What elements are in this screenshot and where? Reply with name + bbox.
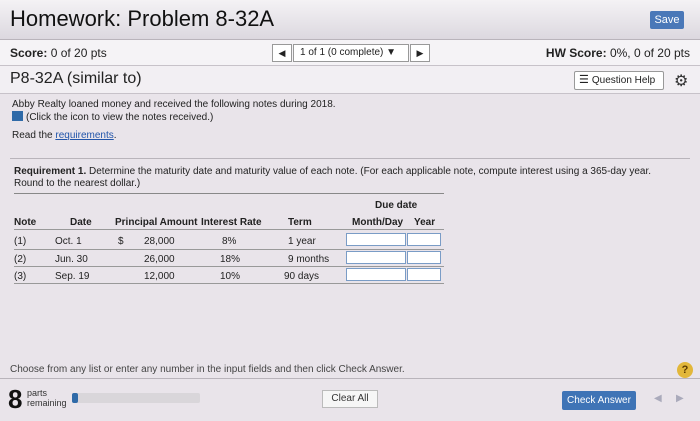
parts-progress-bar bbox=[72, 393, 200, 403]
row-rule bbox=[14, 249, 444, 250]
gear-icon[interactable]: ⚙ bbox=[674, 71, 688, 91]
hw-score: HW Score: 0%, 0 of 20 pts bbox=[546, 46, 690, 60]
table-icon[interactable] bbox=[12, 111, 23, 121]
requirement-text: Requirement 1. Determine the maturity da… bbox=[14, 166, 674, 190]
instructions: Choose from any list or enter any number… bbox=[10, 364, 405, 375]
col-rate: Interest Rate bbox=[201, 217, 262, 228]
problem-bar: P8-32A (similar to) ☰ Question Help ⚙ bbox=[0, 66, 700, 94]
header-rule bbox=[14, 229, 444, 230]
check-answer-button[interactable]: Check Answer bbox=[562, 391, 636, 410]
parts-progress-fill bbox=[72, 393, 79, 403]
notes-link-text: (Click the icon to view the notes receiv… bbox=[26, 112, 214, 123]
footer-divider bbox=[0, 378, 700, 379]
requirement-label: Requirement 1. bbox=[14, 166, 87, 177]
row3-rate: 10% bbox=[220, 271, 241, 282]
title-bar: Homework: Problem 8-32A Save bbox=[0, 0, 700, 40]
row1-date: Oct. 1 bbox=[55, 236, 82, 247]
row2-date: Jun. 30 bbox=[55, 254, 88, 265]
col-note: Note bbox=[14, 217, 37, 228]
page-title: Homework: Problem 8-32A bbox=[10, 6, 275, 31]
parts-label-line1: parts bbox=[27, 388, 48, 398]
score-bar: Score: 0 of 20 pts ◀ 1 of 1 (0 complete)… bbox=[0, 40, 700, 66]
row3-monthday-input[interactable] bbox=[346, 268, 406, 281]
row1-monthday-input[interactable] bbox=[346, 233, 406, 246]
question-help-button[interactable]: ☰ Question Help bbox=[574, 71, 664, 90]
row2-principal: 26,000 bbox=[144, 254, 175, 265]
row1-principal: 28,000 bbox=[144, 236, 175, 247]
next-part-button[interactable]: ▶ bbox=[676, 393, 684, 404]
row3-date: Sep. 19 bbox=[55, 271, 90, 282]
table-top-rule bbox=[14, 193, 444, 194]
col-term: Term bbox=[288, 217, 312, 228]
save-button[interactable]: Save bbox=[650, 11, 684, 29]
divider bbox=[10, 158, 690, 159]
list-icon: ☰ bbox=[579, 74, 589, 86]
parts-remaining-count: 8 bbox=[8, 384, 23, 414]
hw-score-value: 0%, 0 of 20 pts bbox=[609, 46, 690, 60]
row1-dollar: $ bbox=[118, 236, 124, 247]
prev-question-button[interactable]: ◀ bbox=[272, 44, 292, 62]
row1-rate: 8% bbox=[222, 236, 237, 247]
row2-rate: 18% bbox=[220, 254, 241, 265]
score: Score: 0 of 20 pts bbox=[10, 46, 107, 60]
col-year: Year bbox=[414, 217, 436, 228]
help-icon[interactable]: ? bbox=[677, 362, 693, 378]
hw-score-label: HW Score: bbox=[545, 46, 607, 60]
row3-term: 90 days bbox=[284, 271, 320, 282]
row3-year-input[interactable] bbox=[407, 268, 441, 281]
row1-term: 1 year bbox=[288, 236, 316, 247]
problem-content: Abby Realty loaned money and received th… bbox=[12, 98, 692, 142]
row2-note: (2) bbox=[14, 254, 27, 265]
row2-term: 9 months bbox=[288, 254, 330, 265]
due-date-header: Due date bbox=[375, 200, 418, 211]
clear-all-button[interactable]: Clear All bbox=[322, 390, 378, 408]
question-select-value: 1 of 1 (0 complete) bbox=[300, 47, 384, 58]
notes-link-row[interactable]: (Click the icon to view the notes receiv… bbox=[12, 111, 692, 124]
table-bottom-rule bbox=[14, 283, 444, 284]
requirement-body: Determine the maturity date and maturity… bbox=[14, 166, 652, 189]
question-select[interactable]: 1 of 1 (0 complete) ▼ bbox=[293, 44, 409, 62]
row3-principal: 12,000 bbox=[144, 271, 175, 282]
row-rule bbox=[14, 266, 444, 267]
col-monthday: Month/Day bbox=[352, 217, 404, 228]
col-date: Date bbox=[70, 217, 92, 228]
row1-year-input[interactable] bbox=[407, 233, 441, 246]
intro-text: Abby Realty loaned money and received th… bbox=[12, 99, 336, 110]
chevron-down-icon: ▼ bbox=[386, 47, 397, 58]
read-prefix: Read the bbox=[12, 130, 56, 141]
requirements-link[interactable]: requirements bbox=[55, 130, 113, 141]
problem-title: P8-32A (similar to) bbox=[10, 70, 142, 87]
row3-note: (3) bbox=[14, 271, 27, 282]
prev-part-button[interactable]: ◀ bbox=[654, 393, 662, 404]
read-requirements: Read the requirements. bbox=[12, 129, 692, 142]
question-help-label: Question Help bbox=[591, 75, 656, 86]
row2-year-input[interactable] bbox=[407, 251, 441, 264]
row2-monthday-input[interactable] bbox=[346, 251, 406, 264]
score-value: 0 of 20 pts bbox=[50, 46, 107, 60]
score-label: Score: bbox=[10, 46, 48, 60]
parts-label-line2: remaining bbox=[27, 398, 67, 408]
row1-note: (1) bbox=[14, 236, 27, 247]
next-question-button[interactable]: ▶ bbox=[410, 44, 430, 62]
col-principal: Principal Amount bbox=[115, 217, 198, 228]
read-suffix: . bbox=[113, 130, 117, 141]
parts-remaining-label: parts remaining bbox=[27, 388, 67, 408]
